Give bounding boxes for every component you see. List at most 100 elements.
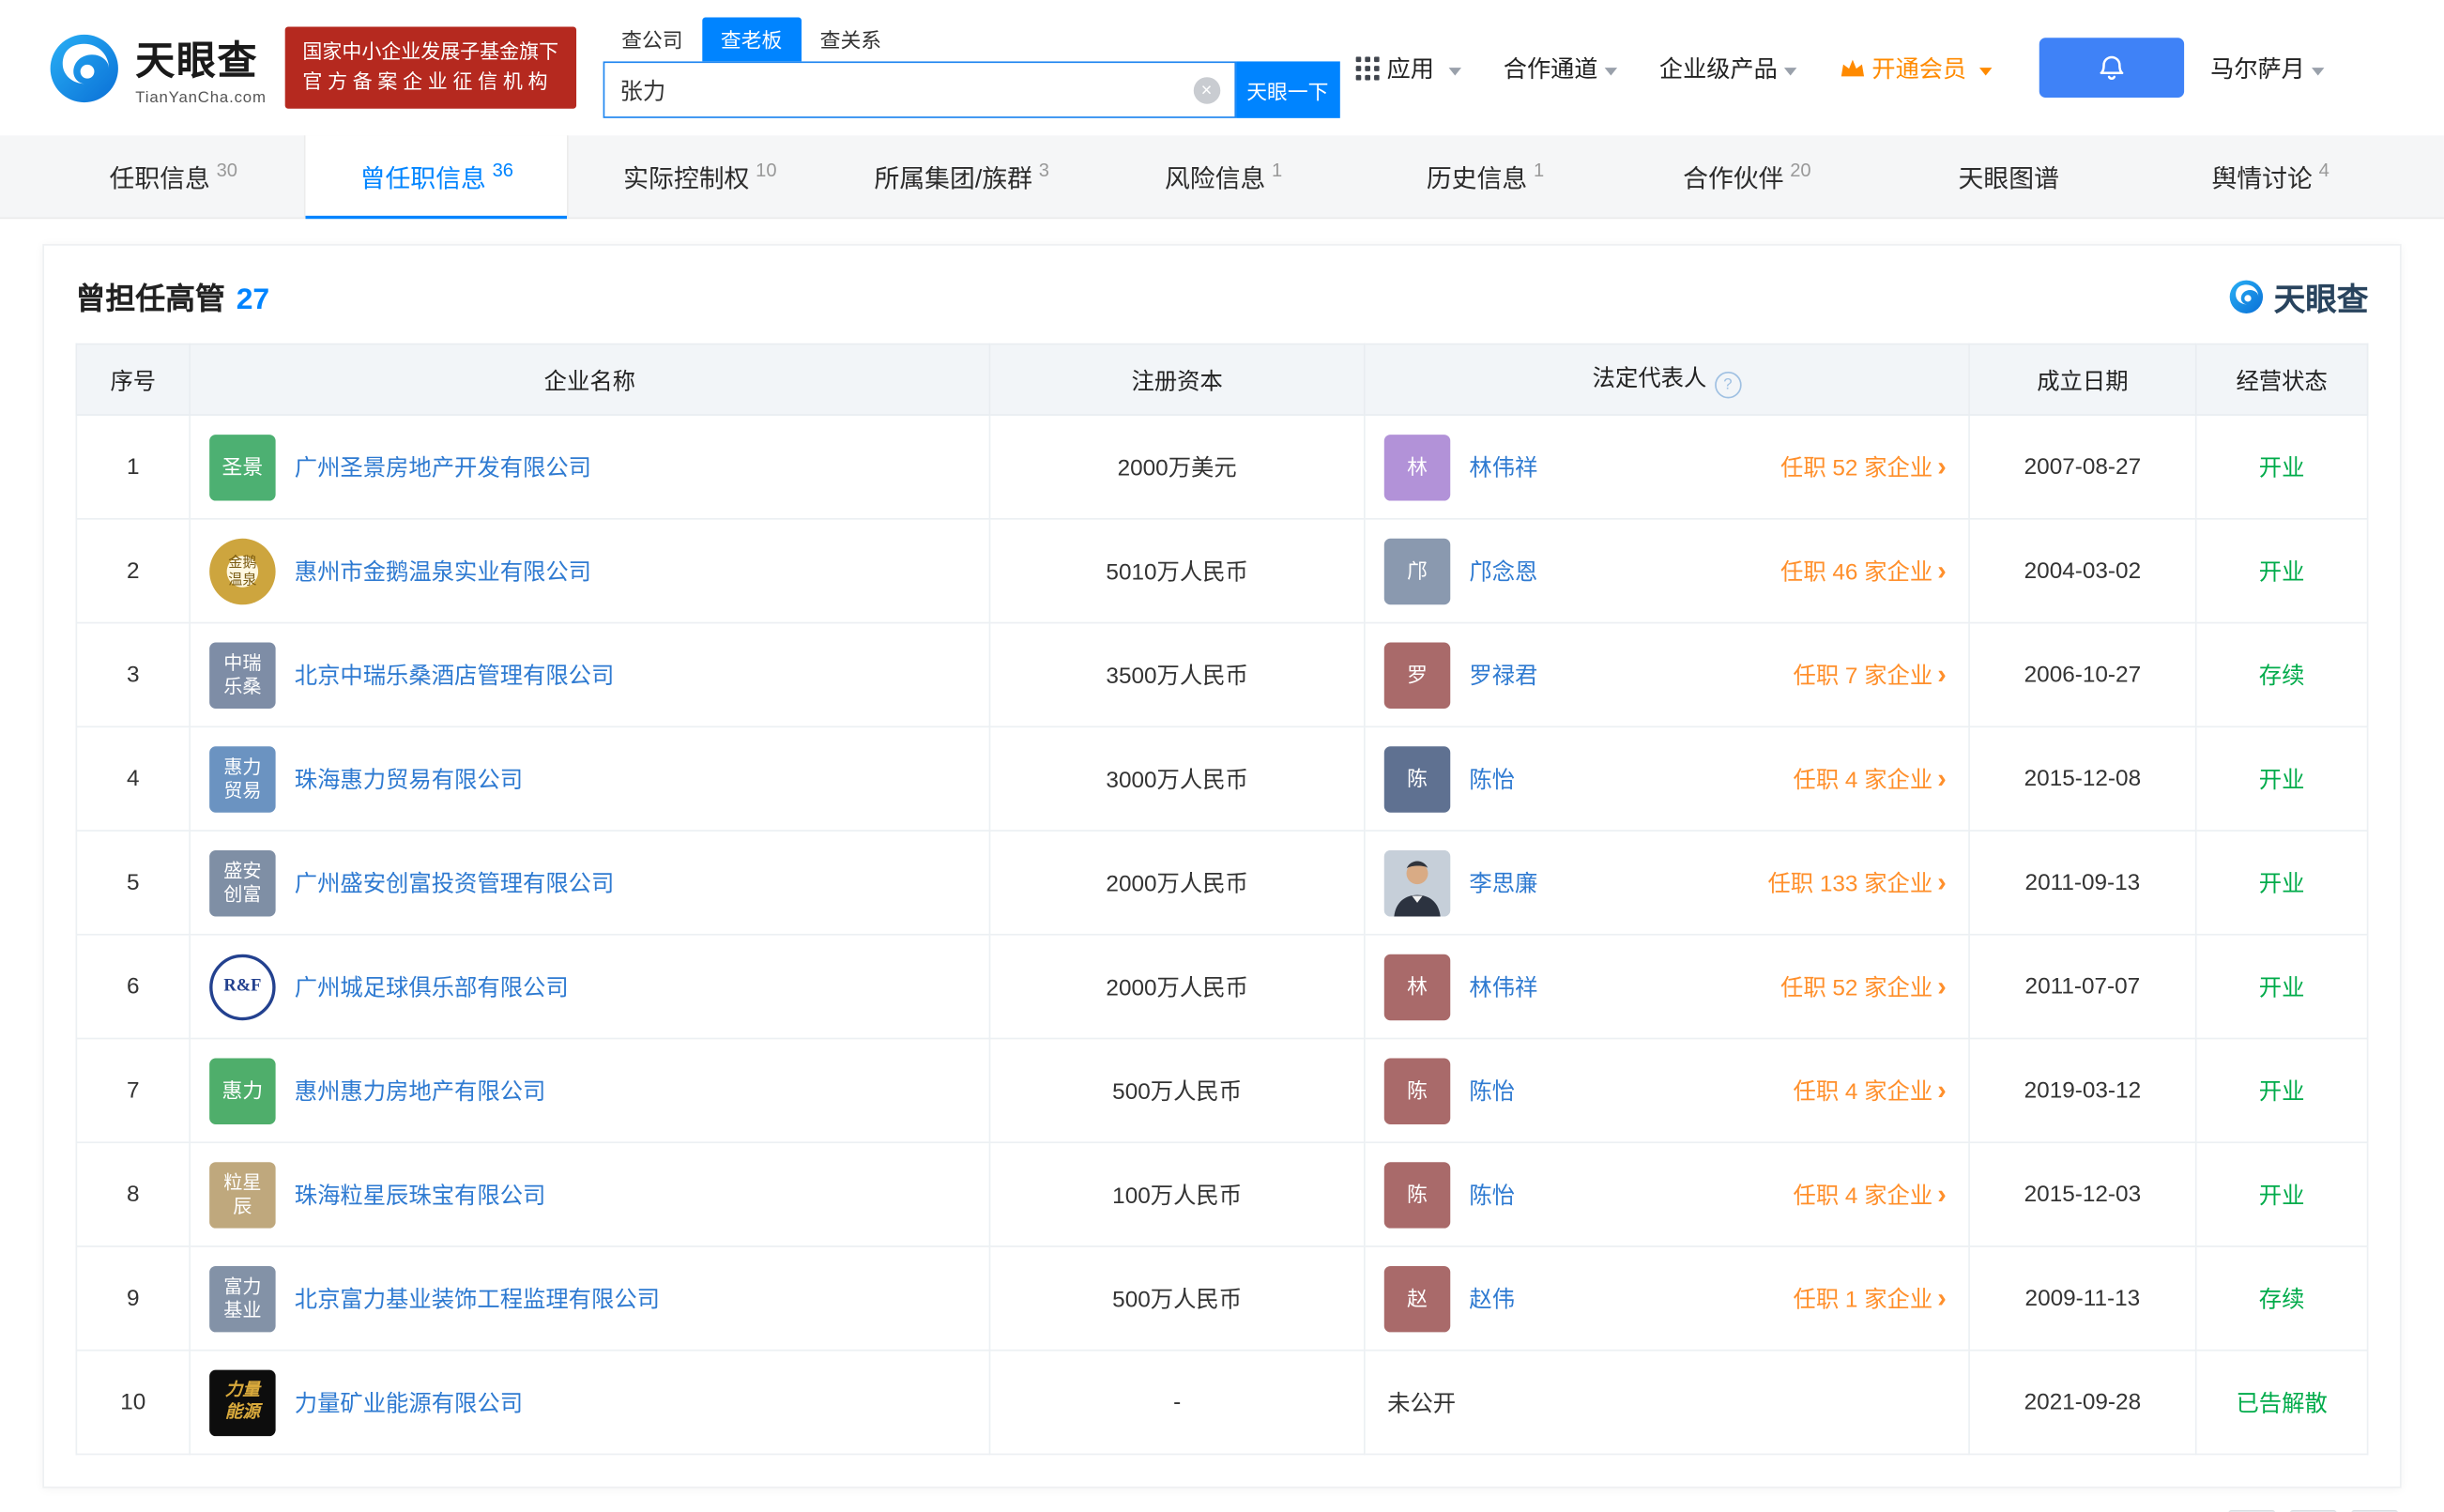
tab-item[interactable]: 风险信息 1 (1092, 135, 1354, 217)
established-date: 2021-09-28 (1968, 1349, 2197, 1456)
top-header: 天眼查 TianYanCha.com 国家中小企业发展子基金旗下 官方备案企业征… (0, 0, 2444, 136)
chevron-down-icon (1604, 68, 1617, 82)
row-index: 1 (75, 414, 191, 520)
company-logo: 惠力 (209, 1057, 276, 1124)
business-status: 存续 (2194, 1245, 2369, 1352)
company-link[interactable]: 惠州惠力房地产有限公司 (295, 1074, 546, 1107)
apps-grid-icon (1355, 55, 1380, 80)
established-date: 2007-08-27 (1968, 414, 2197, 520)
company-cell: 盛安 创富 广州盛安创富投资管理有限公司 (189, 830, 991, 936)
positions-label: 任职 133 家企业 (1767, 872, 1933, 898)
legal-rep-link[interactable]: 陈怡 (1469, 762, 1515, 795)
tianyancha-logo[interactable]: 天眼查 TianYanCha.com (47, 29, 266, 106)
nav-open-vip[interactable]: 开通会员 (1839, 52, 1992, 84)
business-status: 开业 (2194, 1037, 2369, 1144)
positions-label: 任职 4 家企业 (1793, 768, 1933, 794)
search-tabs: 查公司 查老板 查关系 (603, 17, 1339, 62)
legal-rep-cell: 林林伟祥 任职 52 家企业 › (1363, 933, 1970, 1040)
tab-item[interactable]: 舆情讨论 4 (2140, 135, 2402, 217)
tab-label: 合作伙伴 (1683, 166, 1784, 194)
registered-capital: 2000万人民币 (988, 830, 1366, 936)
search-tab[interactable]: 查公司 (603, 17, 702, 61)
row-index: 6 (75, 933, 191, 1040)
legal-rep-cell: 林林伟祥 任职 52 家企业 › (1363, 414, 1970, 520)
company-link[interactable]: 广州城足球俱乐部有限公司 (295, 970, 569, 1003)
legal-rep-link[interactable]: 李思廉 (1469, 866, 1537, 899)
notification-button[interactable] (2039, 38, 2184, 99)
row-index: 2 (75, 517, 191, 624)
tab-item[interactable]: 历史信息 1 (1354, 135, 1616, 217)
positions-link[interactable]: 任职 1 家企业 › (1794, 1282, 1947, 1315)
positions-link[interactable]: 任职 52 家企业 › (1780, 970, 1947, 1003)
table-row: 6 R&F 广州城足球俱乐部有限公司 2000万人民币林林伟祥 任职 52 家企业 › 20… (75, 933, 2369, 1040)
tab-active[interactable]: 曾任职信息 36 (304, 135, 570, 220)
registered-capital: 500万人民币 (988, 1037, 1366, 1144)
table-row: 9 富力 基业 北京富力基业装饰工程监理有限公司 500万人民币赵赵伟 任职 1 家企业… (75, 1245, 2369, 1352)
search-input[interactable] (603, 77, 1194, 103)
positions-link[interactable]: 任职 4 家企业 › (1794, 762, 1947, 795)
nav-enterprise-products[interactable]: 企业级产品 (1659, 52, 1796, 84)
user-menu[interactable]: 马尔萨月 (2210, 52, 2325, 84)
legal-rep-link[interactable]: 林伟祥 (1469, 451, 1537, 483)
table-row: 4 惠力 贸易 珠海惠力贸易有限公司 3000万人民币陈陈怡 任职 4 家企业 › 2015… (75, 725, 2369, 832)
company-link[interactable]: 广州圣景房地产开发有限公司 (295, 451, 591, 483)
legal-rep-undisclosed: 未公开 (1387, 1392, 1457, 1418)
legal-rep-cell: 陈陈怡 任职 4 家企业 › (1363, 1141, 1970, 1247)
row-index: 5 (75, 830, 191, 936)
legal-rep-cell: 陈陈怡 任职 4 家企业 › (1363, 1037, 1970, 1144)
company-logo: 中瑞 乐桑 (209, 641, 276, 709)
chevron-down-icon (2311, 68, 2325, 82)
tab-label: 天眼图谱 (1958, 166, 2059, 194)
clear-search-icon[interactable]: × (1193, 76, 1220, 103)
positions-link[interactable]: 任职 46 家企业 › (1780, 555, 1947, 588)
chevron-down-icon (1978, 68, 1992, 82)
help-icon[interactable]: ? (1714, 371, 1742, 399)
established-date: 2015-12-03 (1968, 1141, 2197, 1247)
legal-rep-link[interactable]: 陈怡 (1469, 1178, 1515, 1211)
tab-item[interactable]: 合作伙伴 20 (1616, 135, 1878, 217)
chevron-right-icon: › (1937, 1179, 1947, 1210)
tab-count: 30 (216, 159, 238, 181)
tab-label: 舆情讨论 (2211, 166, 2313, 194)
tab-count: 3 (1038, 159, 1049, 181)
company-link[interactable]: 广州盛安创富投资管理有限公司 (295, 866, 615, 899)
established-date: 2015-12-08 (1968, 725, 2197, 832)
chevron-right-icon: › (1937, 659, 1947, 690)
legal-rep-link[interactable]: 罗禄君 (1469, 658, 1537, 691)
search-tab[interactable]: 查老板 (701, 17, 802, 62)
legal-rep-link[interactable]: 林伟祥 (1469, 970, 1537, 1003)
search-button[interactable]: 天眼一下 (1235, 61, 1340, 118)
tab-item[interactable]: 任职信息 30 (42, 135, 304, 217)
company-cell: R&F 广州城足球俱乐部有限公司 (189, 933, 991, 1040)
business-status: 开业 (2194, 725, 2369, 832)
company-logo: R&F (209, 953, 276, 1020)
tab-item[interactable]: 实际控制权 10 (569, 135, 831, 217)
positions-link[interactable]: 任职 133 家企业 › (1767, 866, 1946, 899)
company-link[interactable]: 珠海粒星辰珠宝有限公司 (295, 1178, 546, 1211)
company-cell: 中瑞 乐桑 北京中瑞乐桑酒店管理有限公司 (189, 621, 991, 728)
positions-link[interactable]: 任职 7 家企业 › (1794, 658, 1947, 691)
apps-menu[interactable]: 应用 (1355, 52, 1461, 84)
badge-line2: 官方备案企业征信机构 (302, 70, 554, 93)
legal-rep-link[interactable]: 邝念恩 (1469, 555, 1537, 588)
company-link[interactable]: 珠海惠力贸易有限公司 (295, 762, 523, 795)
positions-label: 任职 52 家企业 (1780, 976, 1933, 1002)
company-link[interactable]: 北京中瑞乐桑酒店管理有限公司 (295, 658, 615, 691)
positions-link[interactable]: 任职 52 家企业 › (1780, 451, 1947, 483)
username: 马尔萨月 (2210, 55, 2305, 84)
company-logo: 圣景 (209, 434, 276, 500)
company-link[interactable]: 北京富力基业装饰工程监理有限公司 (295, 1282, 660, 1315)
tab-item[interactable]: 所属集团/族群 3 (831, 135, 1092, 217)
nav-cooperation-channel[interactable]: 合作通道 (1504, 52, 1617, 84)
legal-rep-link[interactable]: 赵伟 (1469, 1282, 1515, 1315)
company-link[interactable]: 力量矿业能源有限公司 (295, 1385, 523, 1418)
registered-capital: 5010万人民币 (988, 517, 1366, 624)
legal-rep-link[interactable]: 陈怡 (1469, 1074, 1515, 1107)
positions-link[interactable]: 任职 4 家企业 › (1794, 1074, 1947, 1107)
column-header-label: 成立日期 (2037, 369, 2129, 395)
company-link[interactable]: 惠州市金鹅温泉实业有限公司 (295, 555, 591, 588)
tab-item[interactable]: 天眼图谱 (1878, 135, 2140, 217)
column-header-label: 企业名称 (543, 369, 635, 395)
positions-link[interactable]: 任职 4 家企业 › (1794, 1178, 1947, 1211)
search-tab[interactable]: 查关系 (802, 17, 901, 61)
